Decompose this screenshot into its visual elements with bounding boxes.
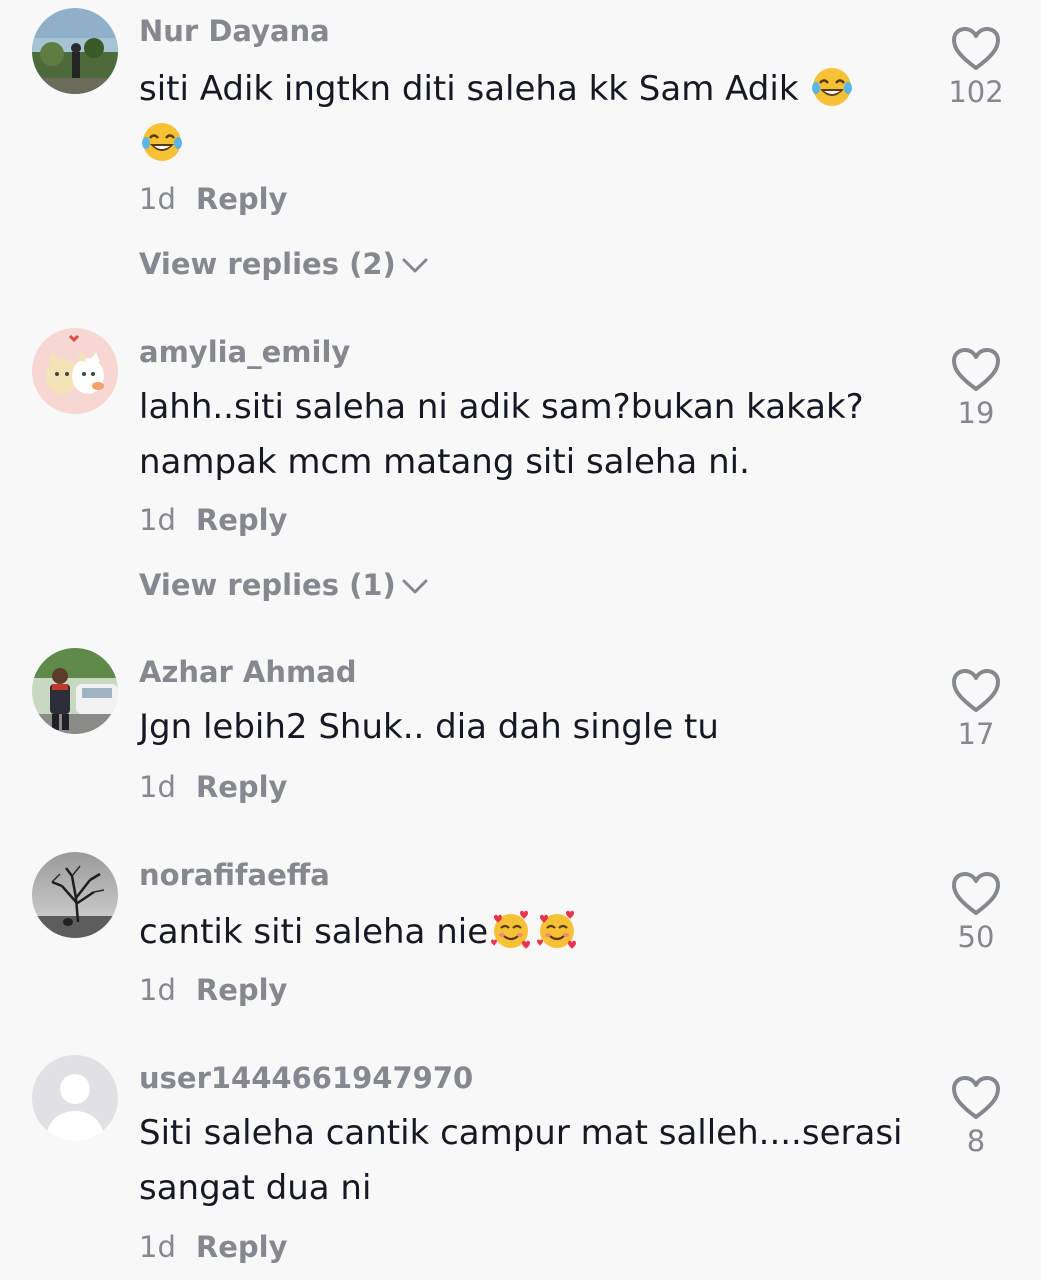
comment-text: lahh..siti saleha ni adik sam?bukan kaka… [139, 387, 864, 482]
reply-button[interactable]: Reply [196, 503, 288, 537]
reply-button[interactable]: Reply [196, 182, 288, 216]
reply-button[interactable]: Reply [196, 1230, 288, 1264]
comment-username[interactable]: norafifaeffa [139, 857, 330, 893]
view-replies-label: View replies (1) [139, 568, 396, 602]
like-button[interactable]: 17 [936, 668, 1016, 752]
comment-text: siti Adik ingtkn diti saleha kk Sam Adik [139, 62, 919, 172]
heart-outline-icon [936, 347, 1016, 393]
like-button[interactable]: 102 [936, 26, 1016, 110]
avatar[interactable] [32, 648, 118, 734]
comment-username[interactable]: user1444661947970 [139, 1060, 473, 1096]
comment-time: 1d [139, 503, 176, 537]
comment-username[interactable]: Azhar Ahmad [139, 654, 357, 690]
comment-meta: 1d Reply [139, 181, 287, 217]
comment-time: 1d [139, 182, 176, 216]
comment-meta: 1d Reply [139, 1229, 287, 1265]
reply-button[interactable]: Reply [196, 973, 288, 1007]
comment-body: siti Adik ingtkn diti saleha kk Sam Adik [139, 69, 799, 109]
comment-text: Siti saleha cantik campur mat salleh....… [139, 1113, 903, 1208]
heart-outline-icon [936, 871, 1016, 917]
like-count: 19 [957, 396, 995, 430]
avatar[interactable] [32, 1055, 118, 1141]
comment-meta: 1d Reply [139, 502, 287, 538]
heart-outline-icon [936, 1075, 1016, 1121]
like-count: 50 [957, 920, 995, 954]
comment-time: 1d [139, 770, 176, 804]
avatar[interactable] [32, 8, 118, 94]
comment-text: Jgn lebih2 Shuk.. dia dah single tu [139, 707, 719, 747]
heart-outline-icon [936, 26, 1016, 72]
view-replies-button[interactable]: View replies (1) [139, 567, 428, 603]
comment-time: 1d [139, 1230, 176, 1264]
like-count: 102 [948, 75, 1004, 109]
like-button[interactable]: 50 [936, 871, 1016, 955]
avatar[interactable] [32, 852, 118, 938]
chevron-down-icon [402, 567, 428, 603]
like-count: 8 [966, 1124, 986, 1158]
comment-meta: 1d Reply [139, 972, 287, 1008]
heart-outline-icon [936, 668, 1016, 714]
like-button[interactable]: 8 [936, 1075, 1016, 1159]
like-button[interactable]: 19 [936, 347, 1016, 431]
reply-button[interactable]: Reply [196, 770, 288, 804]
comment-username[interactable]: Nur Dayana [139, 13, 330, 49]
smiling-face-with-hearts-icon [490, 909, 532, 951]
face-with-tears-of-joy-icon [811, 66, 853, 108]
smiling-face-with-hearts-icon [536, 909, 578, 951]
avatar[interactable] [32, 328, 118, 414]
comment-body: cantik siti saleha nie [139, 912, 489, 952]
view-replies-button[interactable]: View replies (2) [139, 246, 428, 282]
comment-text: cantik siti saleha nie [139, 905, 919, 960]
like-count: 17 [957, 717, 995, 751]
comment-username[interactable]: amylia_emily [139, 334, 350, 370]
comment-time: 1d [139, 973, 176, 1007]
face-with-tears-of-joy-icon [141, 121, 183, 163]
comment-meta: 1d Reply [139, 769, 287, 805]
chevron-down-icon [402, 246, 428, 282]
view-replies-label: View replies (2) [139, 247, 396, 281]
